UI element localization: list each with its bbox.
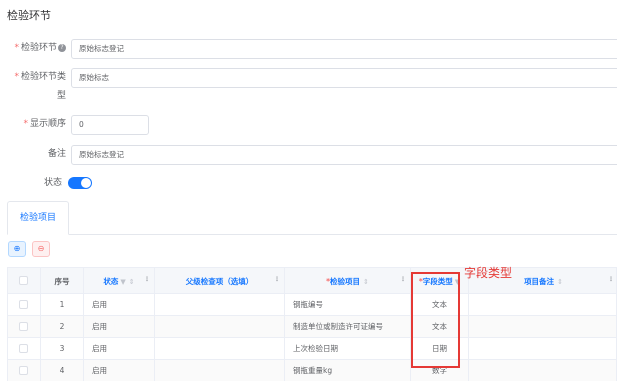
header-remark-text: 项目备注 xyxy=(524,277,555,286)
order-label-text: 显示顺序 xyxy=(29,119,66,129)
sort-icon[interactable]: ⇕ xyxy=(129,278,135,286)
remark-input[interactable]: 原始标志登记 xyxy=(71,145,617,165)
cell-item[interactable]: 钢瓶重量kg xyxy=(285,360,411,381)
cell-index: 2 xyxy=(41,316,84,338)
column-menu-icon[interactable]: ⋮ xyxy=(608,277,614,283)
cell-status[interactable]: 启用 xyxy=(84,338,155,360)
cell-index: 1 xyxy=(41,294,84,316)
cell-status[interactable]: 启用 xyxy=(84,294,155,316)
cell-item[interactable]: 钢瓶编号 xyxy=(285,294,411,316)
tab-inspection-items[interactable]: 检验项目 xyxy=(7,201,69,235)
header-index: 序号 xyxy=(41,268,84,295)
column-menu-icon[interactable]: ⋮ xyxy=(144,277,150,283)
row-select-cell xyxy=(8,294,41,316)
remark-label: 备注 xyxy=(47,149,66,159)
cell-item[interactable]: 上次检验日期 xyxy=(285,338,411,360)
cell-item[interactable]: 制造单位或制造许可证编号 xyxy=(285,316,411,338)
annotation-highlight-box xyxy=(411,272,460,368)
header-parent-text: 父级检查项（选填） xyxy=(185,277,254,286)
table-row[interactable]: 1 启用 钢瓶编号 文本 xyxy=(7,294,617,316)
row-checkbox[interactable] xyxy=(19,344,28,353)
required-mark: * xyxy=(23,119,28,129)
column-menu-icon[interactable]: ⋮ xyxy=(274,277,280,283)
help-icon[interactable]: ? xyxy=(58,44,66,52)
cell-remark[interactable] xyxy=(469,316,617,338)
cell-remark[interactable] xyxy=(469,338,617,360)
step-type-label: * 检验环节类 型 xyxy=(2,71,66,103)
cell-status[interactable]: 启用 xyxy=(84,360,155,381)
delete-icon: ⊖ xyxy=(37,244,45,253)
order-input[interactable]: 0 xyxy=(71,115,149,135)
filter-icon[interactable]: ▼ xyxy=(120,278,125,286)
tabs-bar: 检验项目 xyxy=(7,201,617,235)
status-label: 状态 xyxy=(43,178,62,188)
table-row[interactable]: 2 启用 制造单位或制造许可证编号 文本 xyxy=(7,316,617,338)
cell-index: 3 xyxy=(41,338,84,360)
delete-row-button[interactable]: ⊖ xyxy=(32,241,50,257)
header-parent[interactable]: 父级检查项（选填） ⋮ xyxy=(155,268,285,295)
annotation-label: 字段类型 xyxy=(464,266,513,280)
cell-parent[interactable] xyxy=(155,294,285,316)
step-label-text: 检验环节 xyxy=(20,43,57,53)
cell-remark[interactable] xyxy=(469,294,617,316)
step-input[interactable]: 原始标志登记 xyxy=(71,39,617,59)
step-label: * 检验环节? xyxy=(8,42,66,55)
cell-status[interactable]: 启用 xyxy=(84,316,155,338)
table-row[interactable]: 3 启用 上次检验日期 日期 xyxy=(7,338,617,360)
table-header: 序号 状态 ▼ ⇕ ⋮ 父级检查项（选填） ⋮ *检验项目 ⇕ ⋮ *字段类型 ▼ 项目… xyxy=(7,267,617,295)
step-type-label-line1: 检验环节类 xyxy=(20,72,66,82)
switch-knob xyxy=(81,178,91,188)
cell-parent[interactable] xyxy=(155,360,285,381)
sort-icon[interactable]: ⇕ xyxy=(557,278,563,286)
sort-icon[interactable]: ⇕ xyxy=(363,278,369,286)
step-type-input[interactable]: 原始标志 xyxy=(71,68,617,88)
row-select-cell xyxy=(8,360,41,381)
required-mark: * xyxy=(14,72,19,82)
column-menu-icon[interactable]: ⋮ xyxy=(400,277,406,283)
order-label: * 显示顺序 xyxy=(8,118,66,131)
cell-remark[interactable] xyxy=(469,360,617,381)
add-icon: ⊕ xyxy=(13,244,21,253)
required-mark: * xyxy=(14,43,19,53)
header-item[interactable]: *检验项目 ⇕ ⋮ xyxy=(285,268,411,295)
row-select-cell xyxy=(8,316,41,338)
page-title: 检验环节 xyxy=(7,9,51,22)
row-checkbox[interactable] xyxy=(19,300,28,309)
row-select-cell xyxy=(8,338,41,360)
row-checkbox[interactable] xyxy=(19,322,28,331)
header-select-cell xyxy=(8,268,41,295)
cell-parent[interactable] xyxy=(155,316,285,338)
step-type-label-line2: 型 xyxy=(56,91,66,101)
cell-parent[interactable] xyxy=(155,338,285,360)
header-status-text: 状态 xyxy=(103,277,119,286)
header-status[interactable]: 状态 ▼ ⇕ ⋮ xyxy=(84,268,155,295)
row-checkbox[interactable] xyxy=(19,366,28,375)
table-row[interactable]: 4 启用 钢瓶重量kg 数字 xyxy=(7,360,617,381)
add-row-button[interactable]: ⊕ xyxy=(8,241,26,257)
header-item-text: 检验项目 xyxy=(330,277,361,286)
cell-index: 4 xyxy=(41,360,84,381)
select-all-checkbox[interactable] xyxy=(19,276,28,285)
status-switch[interactable] xyxy=(68,177,92,189)
